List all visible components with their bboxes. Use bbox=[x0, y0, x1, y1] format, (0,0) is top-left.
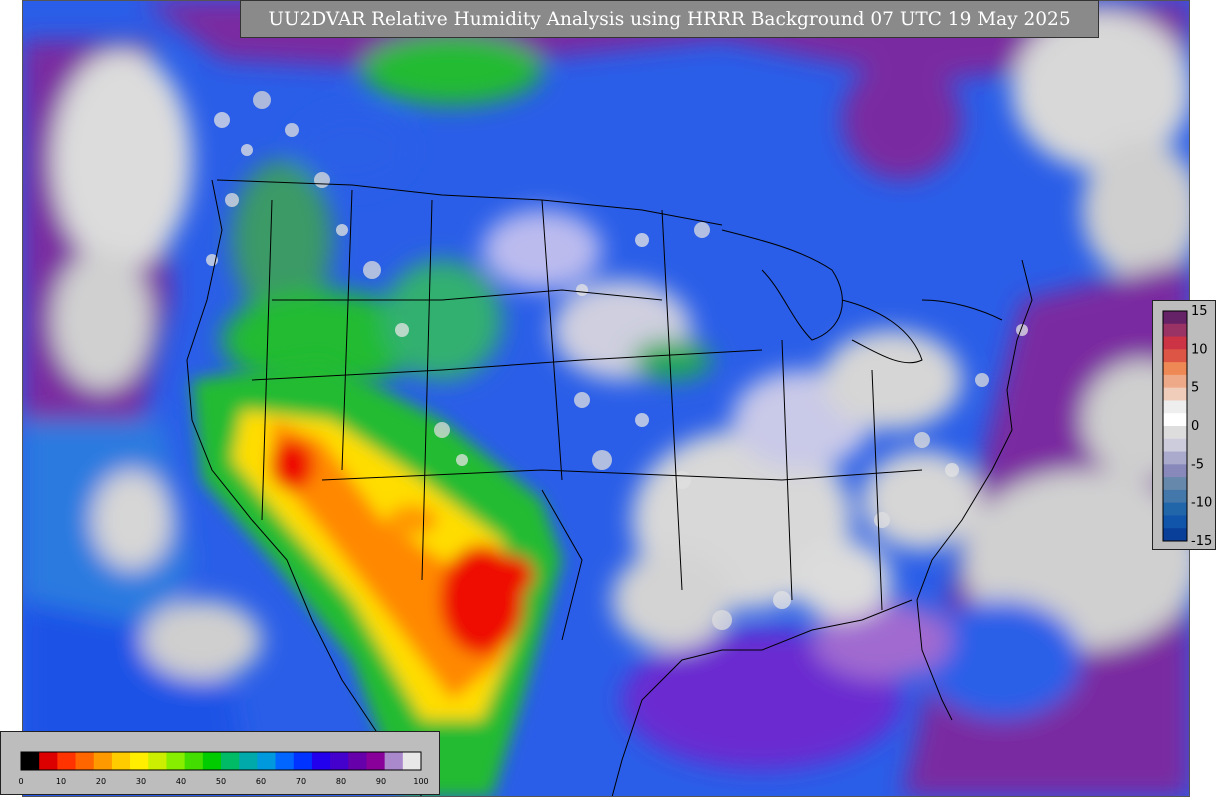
increment-colorbar-swatch bbox=[1163, 311, 1187, 325]
rh-colorbar-tick-label: 100 bbox=[413, 777, 428, 786]
increment-colorbar-swatch bbox=[1163, 387, 1187, 401]
increment-colorbar-swatch bbox=[1163, 502, 1187, 516]
rh-colorbar-tick-label: 40 bbox=[176, 777, 186, 786]
map-title: UU2DVAR Relative Humidity Analysis using… bbox=[240, 0, 1099, 38]
rh-colorbar-swatch bbox=[402, 752, 422, 770]
rh-colorbar-tick-label: 10 bbox=[56, 777, 66, 786]
rh-colorbar-swatch bbox=[366, 752, 386, 770]
increment-colorbar-swatch bbox=[1163, 426, 1187, 440]
increment-colorbar-swatch bbox=[1163, 438, 1187, 453]
rh-colorbar-swatches bbox=[21, 752, 422, 770]
rh-colorbar-tick-label: 80 bbox=[336, 777, 346, 786]
rh-colorbar-swatch bbox=[348, 752, 367, 770]
increment-colorbar-swatch bbox=[1163, 515, 1187, 529]
rh-colorbar-swatch bbox=[93, 752, 113, 770]
rh-colorbar-swatch bbox=[166, 752, 186, 770]
rh-colorbar-tick-label: 0 bbox=[18, 777, 23, 786]
rh-colorbar-swatch bbox=[257, 752, 277, 770]
rh-colorbar-swatch bbox=[184, 752, 204, 770]
increment-colorbar-tick-label: 10 bbox=[1191, 342, 1208, 357]
increment-colorbar-tick-label: -5 bbox=[1191, 457, 1204, 472]
rh-colorbar-tick-label: 60 bbox=[256, 777, 266, 786]
rh-colorbar-swatch bbox=[202, 752, 222, 770]
increment-colorbar-swatch bbox=[1163, 451, 1187, 465]
rh-colorbar-swatch bbox=[39, 752, 58, 770]
increment-colorbar-tick-label: -10 bbox=[1191, 496, 1212, 511]
rh-colorbar-swatch bbox=[130, 752, 149, 770]
map-canvas bbox=[22, 0, 1190, 797]
rh-colorbar-tick-label: 90 bbox=[376, 777, 386, 786]
rh-colorbar-swatch bbox=[330, 752, 349, 770]
rh-colorbar-panel: 0 10 20 30 40 50 60 70 80 90 100 bbox=[0, 731, 440, 795]
increment-colorbar: 15 10 5 0 -5 -10 -15 bbox=[1162, 304, 1212, 549]
humidity-map bbox=[22, 0, 1190, 797]
increment-colorbar-swatch bbox=[1163, 362, 1187, 376]
increment-colorbar-tick-label: -15 bbox=[1191, 534, 1212, 549]
rh-colorbar-swatch bbox=[384, 752, 404, 770]
rh-colorbar-tick-label: 20 bbox=[96, 777, 106, 786]
rh-colorbar-swatch bbox=[293, 752, 313, 770]
increment-colorbar-swatches bbox=[1163, 311, 1187, 542]
rh-colorbar-swatch bbox=[75, 752, 95, 770]
rh-colorbar-tick-label: 70 bbox=[296, 777, 306, 786]
increment-colorbar-swatch bbox=[1163, 413, 1187, 427]
rh-colorbar-tick-label: 50 bbox=[216, 777, 226, 786]
increment-colorbar-swatch bbox=[1163, 400, 1187, 414]
increment-colorbar-ticks: 15 10 5 0 -5 -10 -15 bbox=[1191, 304, 1212, 549]
increment-colorbar-swatch bbox=[1163, 528, 1187, 542]
increment-colorbar-swatch bbox=[1163, 477, 1187, 491]
increment-colorbar-swatch bbox=[1163, 336, 1187, 350]
rh-colorbar-swatch bbox=[21, 752, 40, 770]
increment-colorbar-swatch bbox=[1163, 374, 1187, 389]
increment-colorbar-swatch bbox=[1163, 323, 1187, 338]
increment-colorbar-tick-label: 5 bbox=[1191, 381, 1199, 396]
rh-colorbar-swatch bbox=[221, 752, 240, 770]
rh-colorbar-swatch bbox=[148, 752, 167, 770]
increment-colorbar-panel: 15 10 5 0 -5 -10 -15 bbox=[1152, 300, 1216, 550]
rh-colorbar-tick-label: 30 bbox=[136, 777, 146, 786]
rh-colorbar-swatch bbox=[57, 752, 77, 770]
rh-colorbar-swatch bbox=[311, 752, 331, 770]
increment-colorbar-tick-label: 0 bbox=[1191, 419, 1199, 434]
increment-colorbar-swatch bbox=[1163, 489, 1187, 504]
increment-colorbar-tick-label: 15 bbox=[1191, 304, 1208, 319]
increment-colorbar-swatch bbox=[1163, 464, 1187, 478]
rh-colorbar-swatch bbox=[275, 752, 295, 770]
rh-colorbar: 0 10 20 30 40 50 60 70 80 90 100 bbox=[18, 751, 429, 786]
rh-colorbar-swatch bbox=[111, 752, 131, 770]
increment-colorbar-swatch bbox=[1163, 349, 1187, 363]
rh-colorbar-ticks: 0 10 20 30 40 50 60 70 80 90 100 bbox=[18, 777, 428, 786]
rh-colorbar-swatch bbox=[239, 752, 258, 770]
